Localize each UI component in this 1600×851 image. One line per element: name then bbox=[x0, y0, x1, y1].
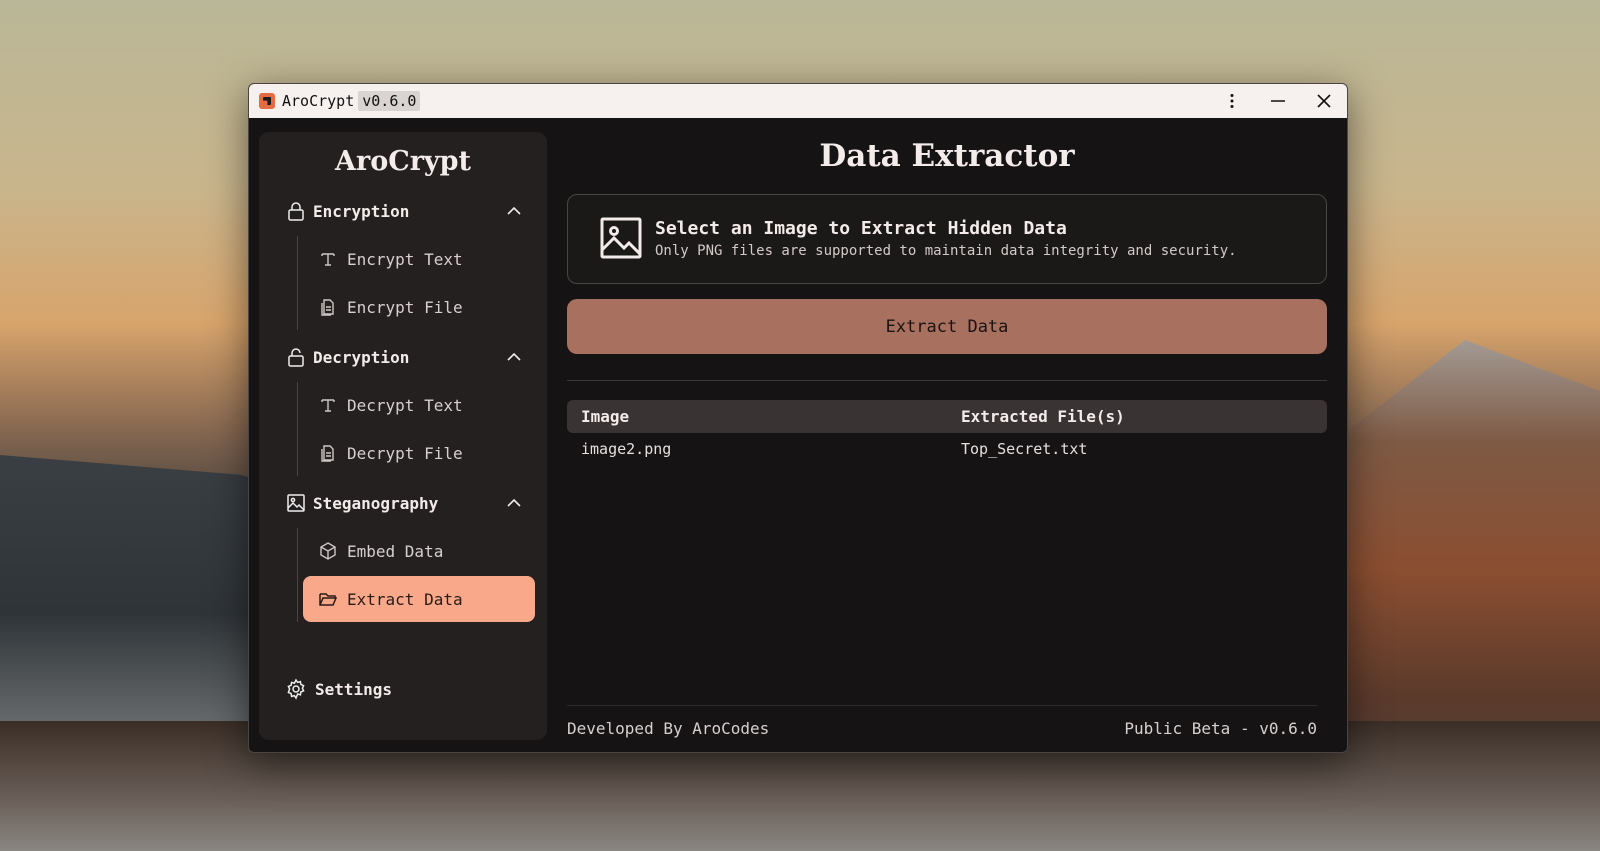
window-title: AroCrypt bbox=[282, 92, 355, 110]
gear-icon bbox=[287, 678, 305, 700]
minimize-icon bbox=[1271, 100, 1285, 102]
group-encryption[interactable]: Encryption bbox=[285, 196, 523, 226]
sidebar-item-extract-data[interactable]: Extract Data bbox=[303, 576, 535, 622]
main-content: Data Extractor Select an Image to Extrac… bbox=[567, 132, 1327, 740]
sidebar-brand: AroCrypt bbox=[335, 146, 471, 177]
sidebar-item-encrypt-text[interactable]: Encrypt Text bbox=[303, 236, 535, 282]
column-header-extracted-files: Extracted File(s) bbox=[961, 407, 1125, 426]
sidebar-item-decrypt-text[interactable]: Decrypt Text bbox=[303, 382, 535, 428]
sidebar-item-label: Decrypt File bbox=[347, 443, 463, 463]
version-badge: v0.6.0 bbox=[358, 91, 421, 111]
nav-guide-line bbox=[297, 382, 298, 476]
app-window: AroCrypt v0.6.0 AroCrypt Encryption Encr… bbox=[248, 83, 1348, 753]
sidebar-item-label: Decrypt Text bbox=[347, 395, 463, 415]
sidebar-item-decrypt-file[interactable]: Decrypt File bbox=[303, 430, 535, 476]
chevron-up-icon[interactable] bbox=[505, 348, 523, 366]
close-icon bbox=[1317, 94, 1331, 108]
nav-guide-line bbox=[297, 236, 298, 330]
window-controls bbox=[1209, 84, 1347, 118]
chevron-up-icon[interactable] bbox=[505, 494, 523, 512]
lock-icon bbox=[285, 200, 307, 222]
app-logo-icon bbox=[259, 93, 275, 109]
dropzone-title: Select an Image to Extract Hidden Data bbox=[655, 218, 1067, 239]
file-icon bbox=[317, 296, 339, 318]
page-title: Data Extractor bbox=[819, 138, 1075, 174]
nav-guide-line bbox=[297, 528, 298, 622]
table-row[interactable]: image2.png Top_Secret.txt bbox=[567, 434, 1327, 462]
sidebar: AroCrypt Encryption Encrypt Text Encrypt… bbox=[259, 132, 547, 740]
chevron-up-icon[interactable] bbox=[505, 202, 523, 220]
sidebar-item-settings[interactable]: Settings bbox=[285, 678, 392, 700]
unlock-icon bbox=[285, 346, 307, 368]
cell-extracted-file: Top_Secret.txt bbox=[961, 440, 1088, 458]
file-icon bbox=[317, 442, 339, 464]
settings-label: Settings bbox=[315, 679, 393, 699]
title-bar[interactable]: AroCrypt v0.6.0 bbox=[249, 84, 1347, 118]
more-icon bbox=[1230, 94, 1234, 108]
dropzone-subtitle: Only PNG files are supported to maintain… bbox=[655, 243, 1237, 259]
group-decryption-label: Decryption bbox=[313, 347, 410, 367]
sidebar-item-label: Encrypt File bbox=[347, 297, 463, 317]
folder-open-icon bbox=[317, 588, 339, 610]
image-icon bbox=[600, 217, 642, 259]
footer-credit: Developed By AroCodes bbox=[567, 719, 770, 738]
footer-version: Public Beta - v0.6.0 bbox=[1124, 719, 1317, 738]
divider bbox=[567, 380, 1327, 381]
close-button[interactable] bbox=[1301, 84, 1347, 118]
minimize-button[interactable] bbox=[1255, 84, 1301, 118]
footer-divider bbox=[567, 705, 1317, 706]
column-header-image: Image bbox=[581, 407, 630, 426]
cell-image: image2.png bbox=[581, 440, 672, 458]
box-icon bbox=[317, 540, 339, 562]
sidebar-item-embed-data[interactable]: Embed Data bbox=[303, 528, 535, 574]
group-steganography-label: Steganography bbox=[313, 493, 439, 513]
sidebar-item-label: Encrypt Text bbox=[347, 249, 463, 269]
group-decryption[interactable]: Decryption bbox=[285, 342, 523, 372]
group-encryption-label: Encryption bbox=[313, 201, 410, 221]
text-icon bbox=[317, 248, 339, 270]
sidebar-item-encrypt-file[interactable]: Encrypt File bbox=[303, 284, 535, 330]
more-options-button[interactable] bbox=[1209, 84, 1255, 118]
sidebar-item-label: Extract Data bbox=[347, 589, 463, 609]
table-header: Image Extracted File(s) bbox=[567, 400, 1327, 433]
image-select-dropzone[interactable]: Select an Image to Extract Hidden Data O… bbox=[567, 194, 1327, 284]
sidebar-item-label: Embed Data bbox=[347, 541, 444, 561]
group-steganography[interactable]: Steganography bbox=[285, 488, 523, 518]
text-icon bbox=[317, 394, 339, 416]
extract-data-button[interactable]: Extract Data bbox=[567, 299, 1327, 354]
image-icon bbox=[285, 492, 307, 514]
